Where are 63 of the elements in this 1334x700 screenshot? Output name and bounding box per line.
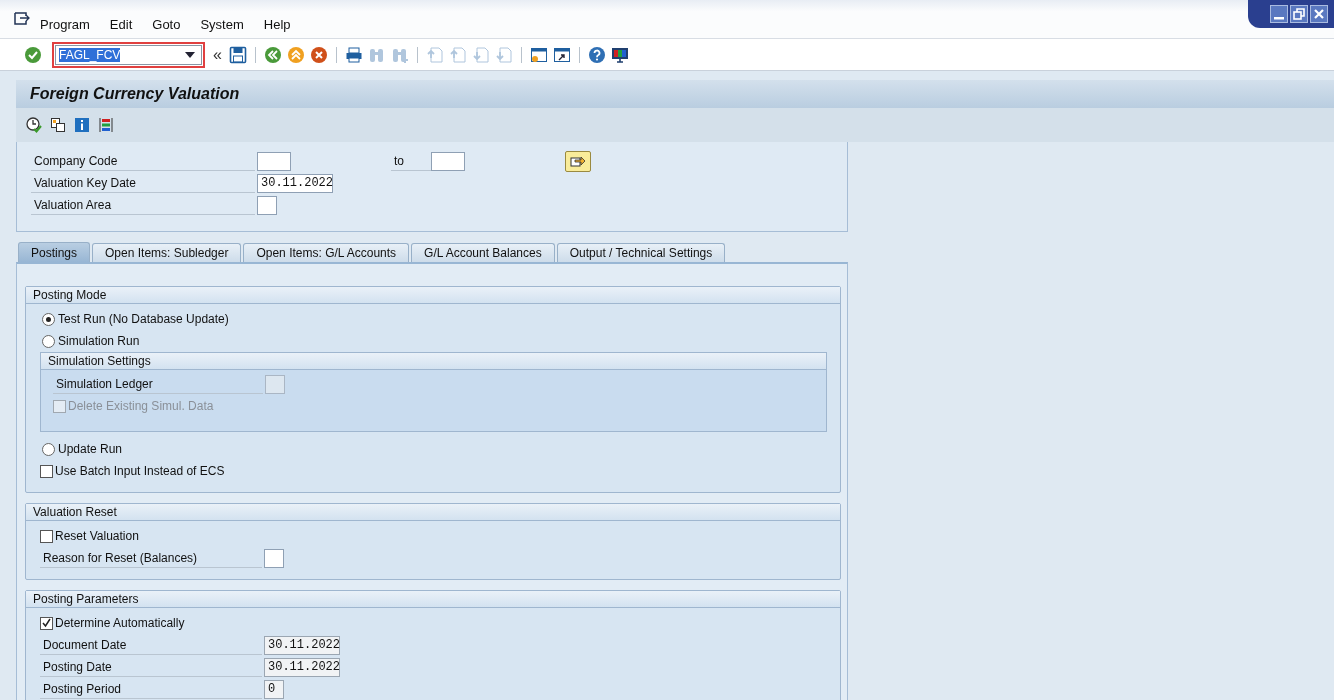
checkbox-label: Use Batch Input Instead of ECS (55, 464, 225, 478)
field-label: Simulation Ledger (53, 374, 263, 394)
radio-label: Test Run (No Database Update) (58, 312, 229, 326)
multiple-selection-button[interactable] (565, 150, 591, 172)
restore-icon[interactable] (1290, 5, 1308, 23)
group-title: Simulation Settings (41, 353, 826, 370)
tab[interactable]: Postings (18, 242, 91, 262)
checkbox[interactable] (40, 529, 53, 543)
input-field[interactable] (257, 151, 291, 171)
color-list-icon[interactable] (98, 117, 114, 133)
checkbox-label: Reset Valuation (55, 529, 139, 543)
help-icon[interactable] (587, 45, 606, 64)
menu-item[interactable]: Edit (109, 17, 133, 32)
checkbox-label: Delete Existing Simul. Data (68, 399, 214, 413)
info-icon[interactable] (74, 117, 90, 133)
radio-button[interactable] (42, 312, 55, 326)
input-field[interactable] (264, 548, 284, 568)
radio-button[interactable] (42, 334, 55, 348)
input-field[interactable] (257, 195, 277, 215)
radio-button[interactable] (42, 442, 55, 456)
tab[interactable]: Output / Technical Settings (556, 243, 726, 262)
cancel-icon[interactable] (309, 45, 328, 64)
field-label: Posting Period (40, 679, 262, 699)
field-label: Valuation Area (31, 195, 255, 215)
tab[interactable]: Open Items: G/L Accounts (243, 243, 410, 262)
enter-check-icon[interactable] (24, 45, 42, 64)
field-label: Document Date (40, 635, 262, 655)
tab[interactable]: Open Items: Subledger (92, 243, 242, 262)
copy-icon[interactable] (50, 117, 66, 133)
input-field[interactable]: 30.11.2022 (257, 173, 333, 193)
monitor-icon[interactable] (610, 45, 629, 64)
collapse-toggle[interactable]: « (213, 45, 222, 64)
field-label: Company Code (31, 151, 255, 171)
menu-item[interactable]: Goto (152, 17, 181, 32)
section-title: Posting Mode (26, 287, 840, 304)
menu-item[interactable]: Program (40, 17, 90, 32)
execute-icon[interactable] (26, 117, 42, 133)
back-icon[interactable] (263, 45, 282, 64)
shortcut-icon[interactable] (552, 45, 571, 64)
print-icon[interactable] (344, 45, 363, 64)
field-label: Valuation Key Date (31, 173, 255, 193)
screen-title: Foreign Currency Valuation (30, 85, 240, 103)
close-icon[interactable] (1310, 5, 1328, 23)
radio-label: Simulation Run (58, 334, 140, 348)
section-title: Posting Parameters (26, 591, 840, 608)
radio-label: Update Run (58, 442, 123, 456)
arrow-right-icon (570, 154, 586, 168)
input-field[interactable] (431, 151, 465, 171)
section-title: Valuation Reset (26, 504, 840, 521)
new-window-icon[interactable] (529, 45, 548, 64)
minimize-icon[interactable] (1270, 5, 1288, 23)
checkbox[interactable] (40, 616, 53, 630)
command-field[interactable]: FAGL_FCV (55, 44, 202, 65)
checkbox-label: Determine Automatically (55, 616, 185, 630)
menu-item[interactable]: System (200, 17, 244, 32)
menu-icon[interactable] (14, 12, 30, 26)
field-label: Posting Date (40, 657, 262, 677)
menu-item[interactable]: Help (263, 17, 291, 32)
checkbox[interactable] (40, 464, 53, 478)
save-icon[interactable] (228, 45, 247, 64)
tab[interactable]: G/L Account Balances (411, 243, 555, 262)
field-label: Reason for Reset (Balances) (40, 548, 262, 568)
dropdown-caret-icon[interactable] (185, 51, 195, 58)
